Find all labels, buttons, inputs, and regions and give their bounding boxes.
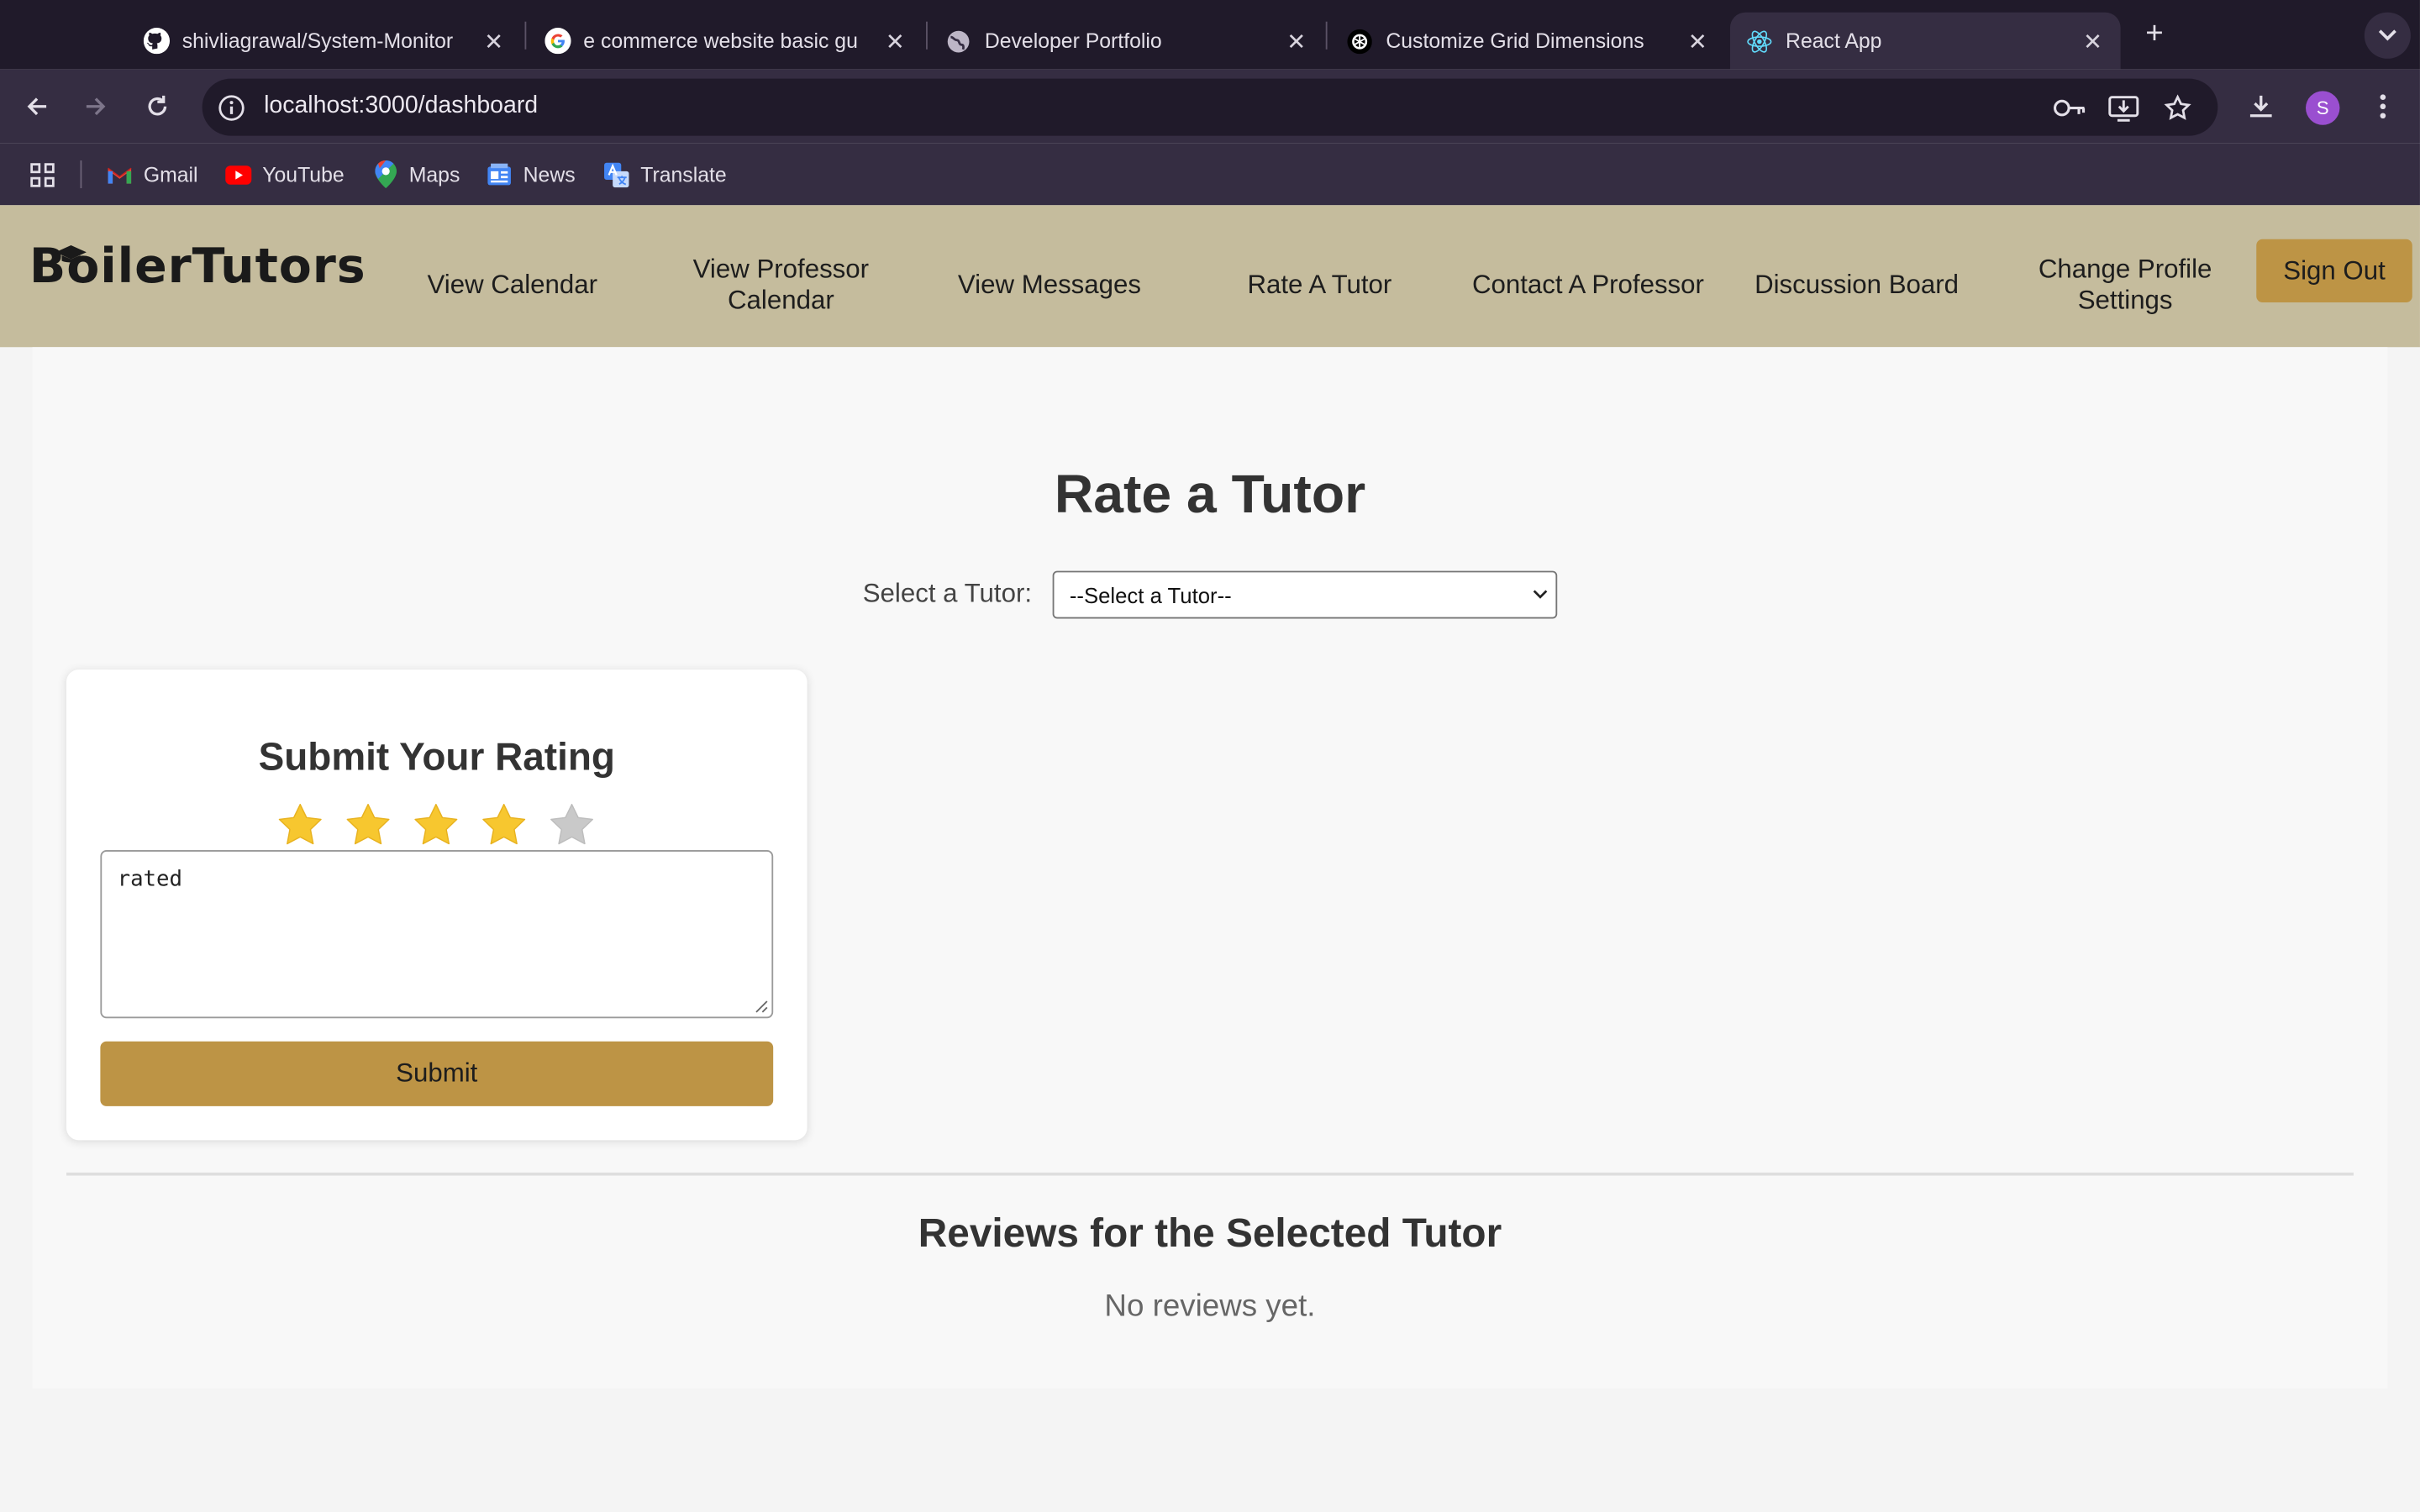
nav-view-calendar[interactable]: View Calendar: [398, 251, 627, 319]
bookmark-label: YouTube: [262, 162, 345, 186]
reload-icon: [148, 95, 167, 116]
tab-title: React App: [1786, 29, 1882, 53]
gmail-icon: [107, 161, 133, 187]
main-content: Rate a Tutor Select a Tutor: --Select a …: [32, 347, 2388, 1389]
star-icon[interactable]: [411, 801, 462, 850]
bookmark-youtube[interactable]: YouTube: [225, 159, 345, 190]
site-info-icon[interactable]: [216, 92, 247, 123]
new-tab-button[interactable]: +: [2139, 16, 2170, 50]
arrow-right-icon: [86, 97, 106, 116]
reviews-empty-message: No reviews yet.: [1104, 1289, 1316, 1324]
star-rating[interactable]: [275, 801, 597, 850]
submit-button[interactable]: Submit: [100, 1041, 774, 1106]
install-app-icon[interactable]: [2107, 91, 2140, 124]
tutor-select[interactable]: --Select a Tutor--: [1052, 570, 1558, 619]
section-divider: [66, 1172, 2354, 1176]
tab-search-button[interactable]: [2364, 12, 2411, 59]
downloads-button[interactable]: [2243, 88, 2280, 125]
nav-contact-a-professor[interactable]: Contact A Professor: [1459, 251, 1718, 319]
url-text: localhost:3000/dashboard: [264, 92, 539, 119]
app-navbar: BoilerTutors View Calendar View Professo…: [0, 205, 2420, 348]
browser-tab[interactable]: Customize Grid Dimensions ✕: [1328, 13, 1729, 70]
resize-handle-icon[interactable]: [755, 1000, 769, 1014]
bookmark-label: Translate: [640, 162, 727, 186]
close-icon[interactable]: ✕: [2081, 29, 2105, 55]
arrow-left-icon: [27, 97, 47, 116]
review-textarea[interactable]: rated: [100, 850, 774, 1019]
close-icon[interactable]: ✕: [1284, 29, 1308, 55]
address-bar[interactable]: localhost:3000/dashboard: [202, 78, 2218, 136]
browser-toolbar: localhost:3000/dashboard S: [0, 69, 2420, 144]
download-icon: [2249, 95, 2272, 118]
tutor-select-label: Select a Tutor:: [862, 578, 1033, 608]
nav-view-messages[interactable]: View Messages: [935, 251, 1164, 319]
bookmark-translate[interactable]: Translate: [603, 159, 727, 190]
close-icon[interactable]: ✕: [1686, 29, 1710, 55]
chevron-down-icon: [2378, 29, 2396, 41]
back-button[interactable]: [18, 88, 55, 125]
bookmarks-separator: [80, 160, 82, 189]
review-text: rated: [117, 867, 183, 892]
bookmark-label: Maps: [408, 162, 460, 186]
bookmark-gmail[interactable]: Gmail: [107, 159, 198, 190]
forward-button[interactable]: [77, 88, 114, 125]
github-icon: [142, 27, 170, 55]
bookmark-star-icon[interactable]: [2160, 91, 2194, 124]
rating-card-title: Submit Your Rating: [258, 736, 615, 780]
star-icon[interactable]: [343, 801, 394, 850]
news-icon: [487, 161, 513, 187]
rating-card: Submit Your Rating rated Submit: [66, 669, 808, 1141]
bookmarks-bar: Gmail YouTube Maps News Translate: [0, 143, 2420, 206]
graduation-cap-icon: [55, 245, 87, 263]
sign-out-button[interactable]: Sign Out: [2256, 239, 2412, 302]
bookmark-news[interactable]: News: [487, 159, 576, 190]
tutor-select-value: --Select a Tutor--: [1069, 582, 1232, 607]
nav-change-profile-settings[interactable]: Change Profile Settings: [2012, 251, 2238, 319]
profile-avatar[interactable]: S: [2306, 91, 2340, 125]
google-icon: [544, 27, 571, 55]
browser-tab-active[interactable]: React App ✕: [1729, 12, 2121, 70]
youtube-icon: [225, 161, 252, 187]
bookmark-maps[interactable]: Maps: [372, 159, 460, 190]
tab-title: Customize Grid Dimensions: [1386, 29, 1644, 53]
bookmark-label: Gmail: [143, 162, 198, 186]
more-vertical-icon: [2380, 94, 2386, 119]
star-icon[interactable]: [478, 801, 529, 850]
tab-title: shivliagrawal/System-Monitor: [182, 29, 454, 53]
page-title: Rate a Tutor: [1054, 464, 1366, 525]
close-icon[interactable]: ✕: [481, 29, 506, 55]
nav-view-professor-calendar[interactable]: View Professor Calendar: [666, 251, 895, 319]
browser-tab[interactable]: e commerce website basic gu ✕: [524, 13, 926, 70]
close-icon[interactable]: ✕: [883, 29, 908, 55]
bookmark-label: News: [523, 162, 576, 186]
tab-title: e commerce website basic gu: [583, 29, 858, 53]
translate-icon: [603, 161, 629, 187]
reviews-title: Reviews for the Selected Tutor: [918, 1209, 1502, 1257]
star-icon[interactable]: [275, 801, 326, 850]
react-icon: [1745, 27, 1773, 55]
nav-rate-a-tutor[interactable]: Rate A Tutor: [1204, 251, 1436, 319]
globe-icon: [944, 27, 972, 55]
chevron-down-icon: [1533, 590, 1548, 599]
browser-tab[interactable]: Developer Portfolio ✕: [926, 13, 1328, 70]
apps-grid-icon: [30, 162, 55, 186]
browser-tab[interactable]: shivliagrawal/System-Monitor ✕: [124, 13, 525, 70]
chatgpt-icon: [1346, 27, 1374, 55]
browser-menu-button[interactable]: [2365, 88, 2402, 125]
password-key-icon[interactable]: [2053, 91, 2086, 124]
nav-discussion-board[interactable]: Discussion Board: [1741, 251, 1973, 319]
apps-button[interactable]: [29, 159, 55, 190]
maps-icon: [372, 160, 398, 189]
tab-title: Developer Portfolio: [984, 29, 1162, 53]
browser-tabstrip: shivliagrawal/System-Monitor ✕ e commerc…: [0, 0, 2420, 70]
star-icon[interactable]: [546, 801, 597, 850]
reload-button[interactable]: [139, 88, 176, 125]
